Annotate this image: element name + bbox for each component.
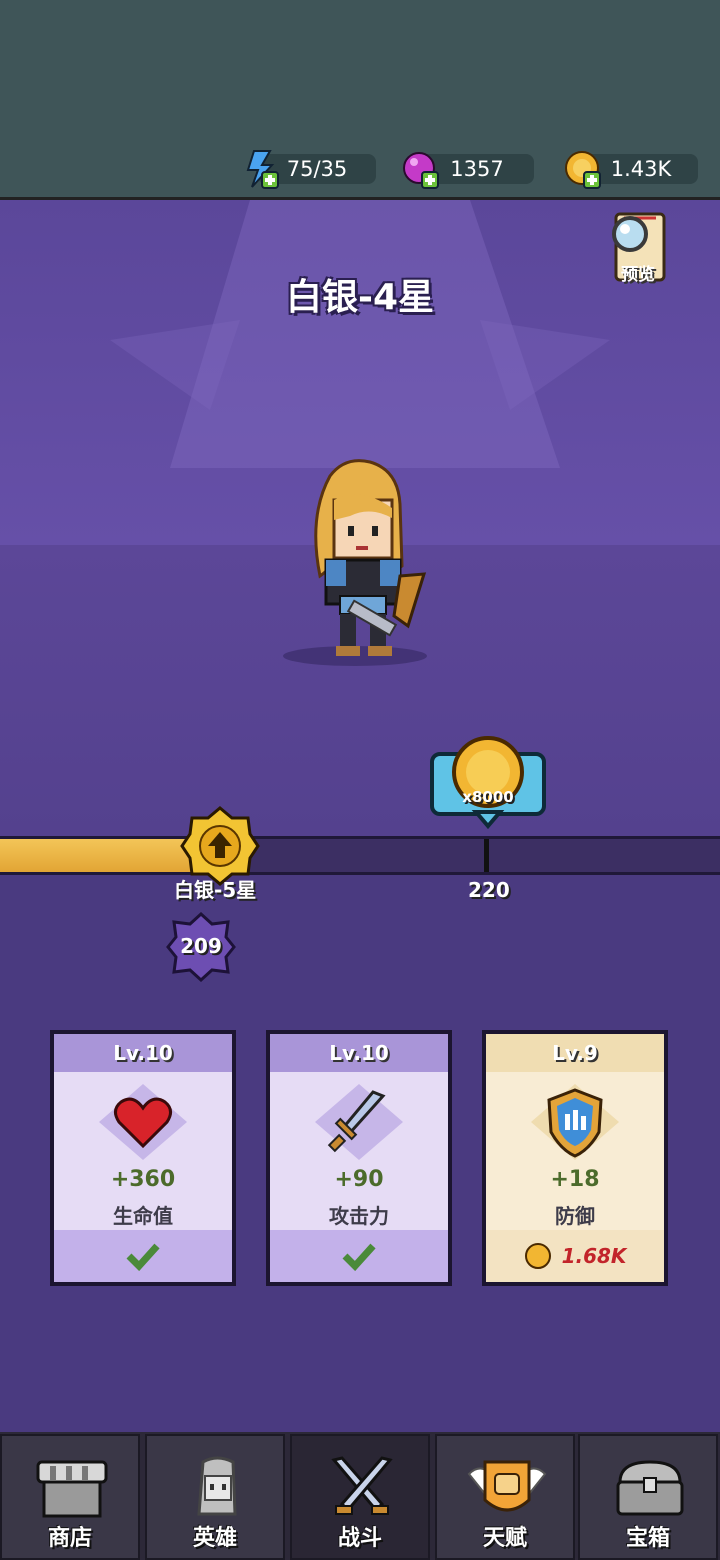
current-points: 209: [180, 934, 222, 958]
nav-label: 宝箱: [625, 1526, 670, 1551]
rank-progress-track: [0, 836, 720, 875]
nav-label: 英雄: [192, 1526, 237, 1551]
nav-hero[interactable]: 英雄: [145, 1434, 285, 1560]
reward-bubble[interactable]: [428, 734, 548, 830]
card-level: Lv.9: [486, 1034, 664, 1072]
coin-icon: [565, 151, 601, 189]
defense-upgrade-card[interactable]: Lv.9 +18 防御 1.68K: [482, 1030, 668, 1286]
card-value: +360: [110, 1167, 176, 1192]
card-value: +90: [334, 1167, 384, 1192]
preview-label: 预览: [621, 265, 655, 285]
card-value: +18: [550, 1167, 600, 1192]
gem-value: 1357: [450, 157, 504, 181]
nav-label: 商店: [47, 1526, 92, 1551]
card-name: 防御: [555, 1204, 595, 1228]
shield-icon: [531, 1084, 619, 1160]
upgrade-cost: 1.68K: [561, 1244, 627, 1268]
heart-icon: [99, 1084, 187, 1160]
hp-upgrade-card[interactable]: Lv.10 +360 生命值: [50, 1030, 236, 1286]
attack-upgrade-card[interactable]: Lv.10 +90 攻击力: [266, 1030, 452, 1286]
nav-label: 战斗: [337, 1526, 382, 1551]
gem-icon: [403, 152, 439, 189]
coin-value: 1.43K: [610, 157, 672, 181]
nav-chest[interactable]: 宝箱: [578, 1434, 718, 1560]
check-icon: [126, 1243, 160, 1271]
sword-icon: [315, 1084, 403, 1160]
nav-talent[interactable]: 天赋: [435, 1434, 575, 1560]
hero-icon: [197, 1456, 237, 1516]
card-footer: [54, 1230, 232, 1282]
hero-sprite[interactable]: [290, 456, 440, 666]
chest-icon: [616, 1460, 684, 1516]
card-name: 攻击力: [329, 1204, 389, 1228]
energy-value: 75/35: [286, 157, 348, 181]
reward-tick: [484, 839, 489, 872]
energy-icon: [246, 150, 279, 189]
shop-icon: [36, 1460, 108, 1518]
talent-fist-icon: [467, 1460, 547, 1512]
nav-shop[interactable]: 商店: [0, 1434, 140, 1560]
card-name: 生命值: [113, 1204, 173, 1228]
card-level: Lv.10: [54, 1034, 232, 1072]
next-rank-label: 白银-5星: [174, 878, 257, 902]
nav-battle[interactable]: 战斗: [290, 1434, 430, 1560]
reward-amount: x8000: [462, 788, 514, 806]
card-level: Lv.10: [270, 1034, 448, 1072]
card-footer: [270, 1230, 448, 1282]
reward-points: 220: [468, 878, 510, 902]
crossed-swords-icon: [331, 1456, 393, 1515]
check-icon: [342, 1243, 376, 1271]
coin-icon: [524, 1243, 551, 1269]
nav-label: 天赋: [482, 1526, 527, 1551]
upgrade-cost-button[interactable]: 1.68K: [486, 1230, 664, 1282]
